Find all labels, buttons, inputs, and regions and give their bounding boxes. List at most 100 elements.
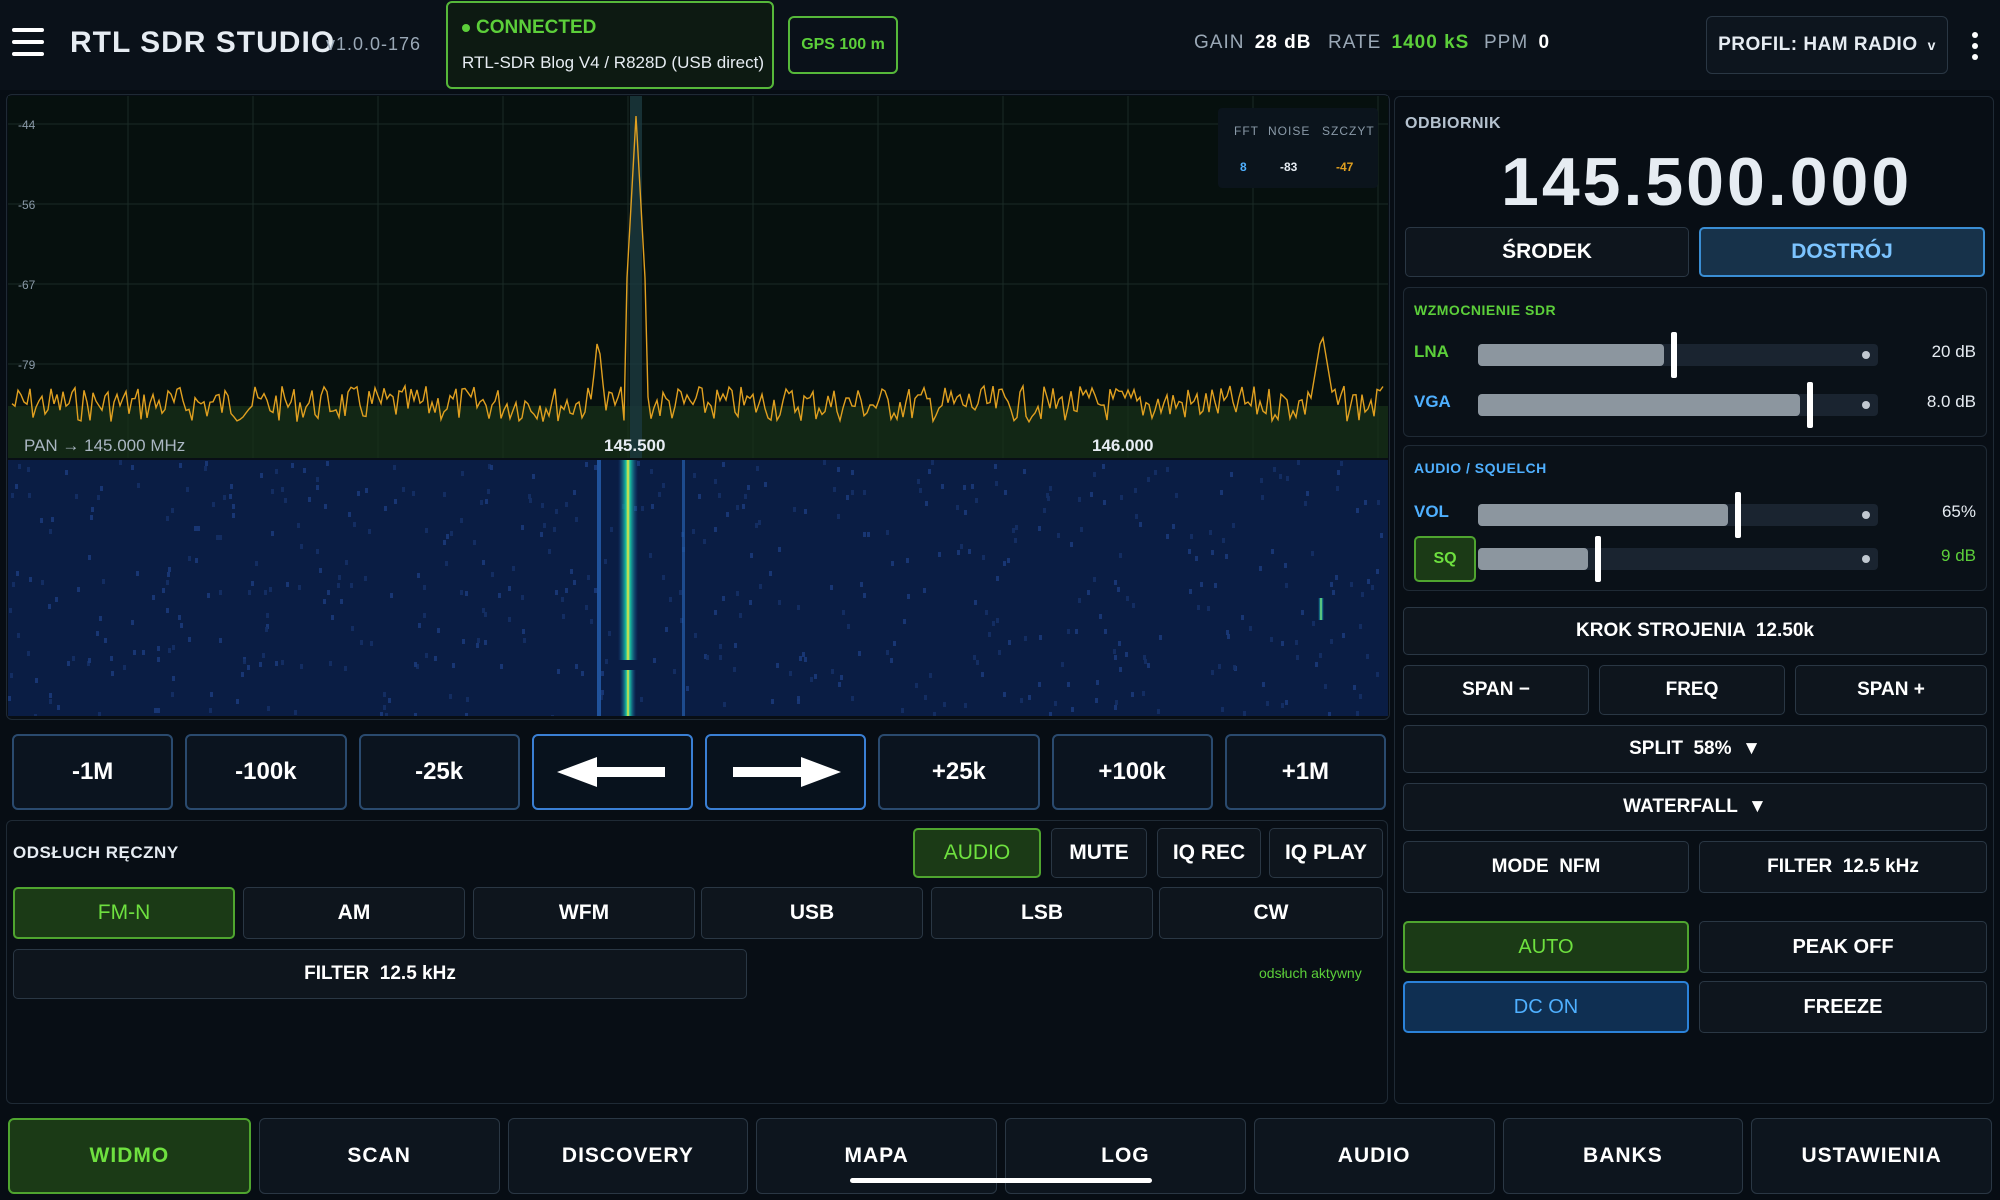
vga-slider-handle[interactable] [1807, 382, 1813, 428]
step-plus-100k-button[interactable]: +100k [1051, 734, 1213, 810]
vol-value: 65% [1941, 502, 1976, 521]
mode-usb-button[interactable]: USB [701, 887, 923, 939]
vga-slider[interactable] [1478, 382, 1878, 428]
tune-left-button[interactable] [531, 734, 693, 810]
span-plus-button[interactable]: SPAN + [1795, 665, 1987, 715]
tune-button[interactable]: DOSTRÓJ [1699, 227, 1985, 277]
audio-squelch-panel: AUDIO / SQUELCH VOL 65% SQ 9 dB [1403, 445, 1987, 591]
lna-label: LNA [1414, 342, 1449, 361]
waterfall-dropdown[interactable]: WATERFALL ▼ [1403, 783, 1987, 831]
top-bar: RTL SDR STUDIO v1.0.0-176 CONNECTED RTL-… [0, 0, 2000, 90]
app-version: v1.0.0-176 [326, 34, 422, 54]
slider-end-dot [1862, 401, 1870, 409]
slider-end-dot [1862, 351, 1870, 359]
app-title: RTL SDR STUDIO [70, 26, 336, 59]
step-plus-1m-button[interactable]: +1M [1224, 734, 1386, 810]
freq-axis-label: 146.000 [1092, 436, 1154, 455]
waterfall-side-trace [682, 460, 685, 716]
receiver-title: ODBIORNIK [1405, 115, 1502, 132]
tab-ustawienia[interactable]: USTAWIENIA [1751, 1118, 1992, 1194]
peak-value: -47 [1336, 160, 1354, 174]
tab-widmo[interactable]: WIDMO [8, 1118, 251, 1194]
gps-badge[interactable]: GPS 100 m [788, 16, 898, 74]
connection-status: CONNECTED [462, 17, 596, 39]
ppm-stat: PPM 0 [1484, 32, 1551, 53]
freq-axis-label: 145.500 [604, 436, 666, 455]
tab-audio[interactable]: AUDIO [1253, 1118, 1495, 1194]
sdr-gain-panel: WZMOCNIENIE SDR LNA 20 dB VGA 8.0 dB [1403, 287, 1987, 437]
tuning-step-button[interactable]: KROK STROJENIA 12.50k [1403, 607, 1987, 655]
peak-toggle-button[interactable]: PEAK OFF [1699, 921, 1987, 973]
squelch-toggle-button[interactable]: SQ [1414, 536, 1476, 582]
waterfall-view[interactable] [8, 460, 1388, 716]
tuning-step-row: -1M -100k -25k +25k +100k +1M [8, 728, 1390, 816]
connection-status-box[interactable]: CONNECTED RTL-SDR Blog V4 / R828D (USB d… [446, 1, 774, 89]
waterfall-plot [8, 460, 1383, 716]
rate-stat: RATE 1400 kS [1328, 32, 1470, 53]
device-name: RTL-SDR Blog V4 / R828D (USB direct) [462, 53, 765, 72]
auto-button[interactable]: AUTO [1403, 921, 1689, 973]
receiver-frequency[interactable]: 145.500.000 [1501, 143, 1912, 221]
step-minus-100k-button[interactable]: -100k [185, 734, 347, 810]
iq-play-button[interactable]: IQ PLAY [1269, 828, 1383, 878]
listen-filter-button[interactable]: FILTER 12.5 kHz [13, 949, 747, 999]
listen-title: ODSŁUCH RĘCZNY [13, 843, 179, 862]
audio-button[interactable]: AUDIO [913, 828, 1041, 878]
mode-lsb-button[interactable]: LSB [931, 887, 1153, 939]
tab-scan[interactable]: SCAN [258, 1118, 500, 1194]
mode-am-button[interactable]: AM [243, 887, 465, 939]
mute-button[interactable]: MUTE [1051, 828, 1147, 878]
tab-banks[interactable]: BANKS [1502, 1118, 1744, 1194]
squelch-slider-handle[interactable] [1595, 536, 1601, 582]
slider-end-dot [1862, 555, 1870, 563]
lna-slider-fill [1478, 344, 1664, 366]
mode-button[interactable]: MODE NFM [1403, 841, 1689, 893]
slider-end-dot [1862, 511, 1870, 519]
lna-value: 20 dB [1931, 342, 1976, 361]
volume-slider-handle[interactable] [1735, 492, 1741, 538]
mode-fm-n-button[interactable]: FM-N [13, 887, 235, 939]
tuned-channel-marker [630, 96, 642, 458]
tune-right-button[interactable] [705, 734, 867, 810]
db-tick: -44 [18, 118, 36, 132]
audio-squelch-title: AUDIO / SQUELCH [1414, 460, 1547, 476]
spectrum-plot [8, 96, 1388, 458]
lna-slider[interactable] [1478, 332, 1878, 378]
squelch-slider[interactable] [1478, 536, 1878, 582]
split-dropdown[interactable]: SPLIT 58% ▼ [1403, 725, 1987, 773]
tab-discovery[interactable]: DISCOVERY [507, 1118, 749, 1194]
lna-slider-handle[interactable] [1671, 332, 1677, 378]
hamburger-menu-icon[interactable] [12, 28, 44, 60]
freeze-button[interactable]: FREEZE [1699, 981, 1987, 1033]
dc-toggle-button[interactable]: DC ON [1403, 981, 1689, 1033]
noise-value: -83 [1280, 160, 1298, 174]
mode-wfm-button[interactable]: WFM [473, 887, 695, 939]
step-plus-25k-button[interactable]: +25k [878, 734, 1040, 810]
iq-rec-button[interactable]: IQ REC [1157, 828, 1261, 878]
more-options-icon[interactable] [1972, 32, 1982, 62]
filter-button[interactable]: FILTER 12.5 kHz [1699, 841, 1987, 893]
arrow-left-icon [557, 757, 666, 787]
span-minus-button[interactable]: SPAN − [1403, 665, 1589, 715]
squelch-slider-fill [1478, 548, 1588, 570]
peak-label: SZCZYT [1322, 124, 1375, 138]
vga-value: 8.0 dB [1926, 392, 1976, 411]
step-minus-1m-button[interactable]: -1M [12, 734, 174, 810]
center-button[interactable]: ŚRODEK [1405, 227, 1689, 277]
spectrum-view[interactable]: -44 -56 -67 -79 FFT NOISE SZCZYT 8 -83 -… [8, 96, 1388, 458]
mode-cw-button[interactable]: CW [1159, 887, 1383, 939]
chevron-down-icon: v [1927, 37, 1936, 53]
step-minus-25k-button[interactable]: -25k [358, 734, 520, 810]
waterfall-side-trace [597, 460, 601, 716]
profile-dropdown[interactable]: PROFIL: HAM RADIO v [1706, 16, 1948, 74]
sdr-gain-title: WZMOCNIENIE SDR [1414, 302, 1557, 318]
freq-button[interactable]: FREQ [1599, 665, 1785, 715]
listen-status: odsłuch aktywny [1259, 965, 1362, 981]
home-indicator[interactable] [850, 1178, 1152, 1183]
fft-label: FFT [1234, 124, 1259, 138]
receiver-panel: ODBIORNIK 145.500.000 ŚRODEK DOSTRÓJ WZM… [1394, 96, 1994, 1104]
vol-label: VOL [1414, 502, 1449, 521]
waterfall-signal-trace [618, 460, 638, 660]
volume-slider[interactable] [1478, 492, 1878, 538]
noise-label: NOISE [1268, 124, 1311, 138]
